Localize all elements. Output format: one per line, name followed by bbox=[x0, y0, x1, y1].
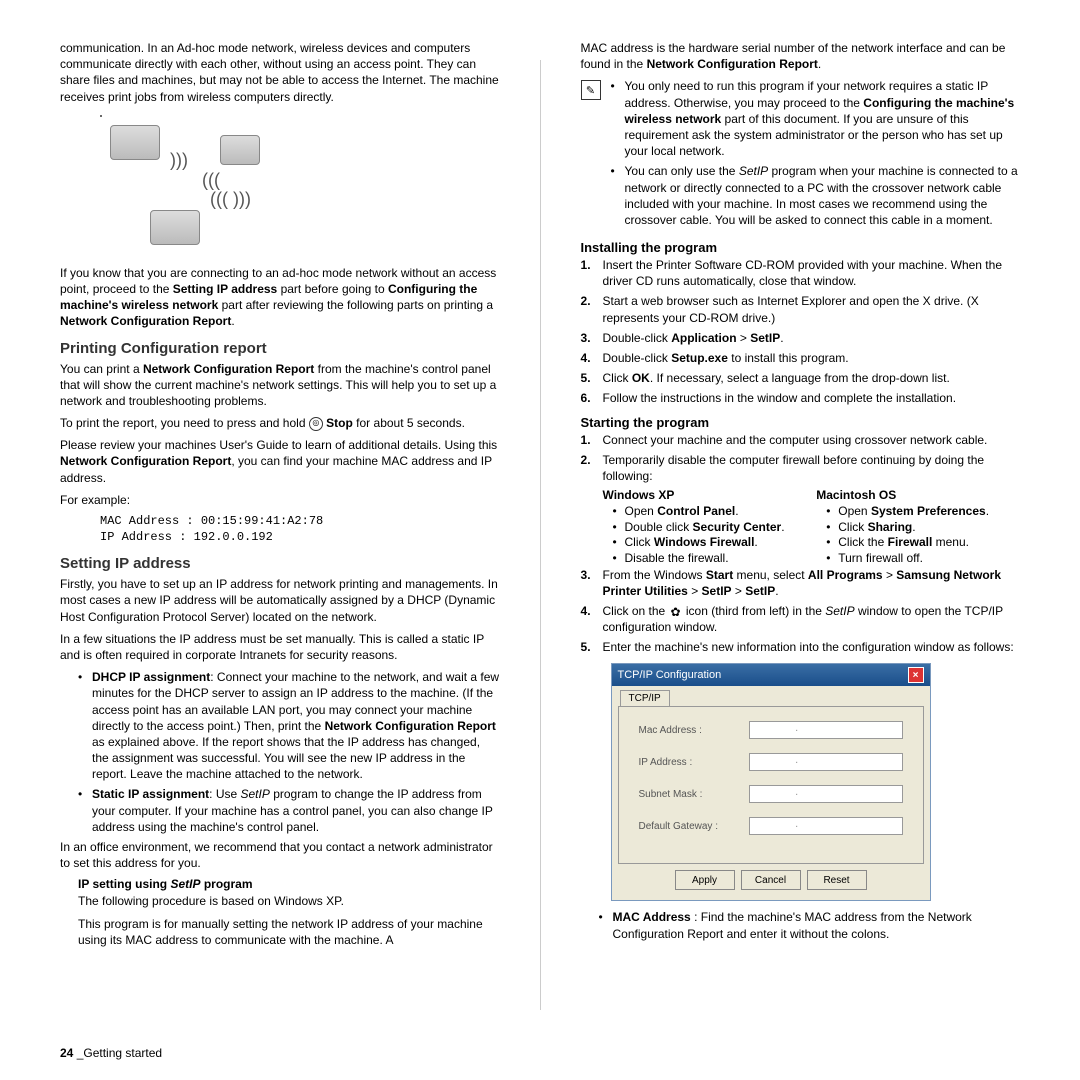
install-step-6: Follow the instructions in the window an… bbox=[581, 390, 1021, 406]
ip-label: IP Address : bbox=[639, 757, 749, 768]
static-bullet: Static IP assignment: Use SetIP program … bbox=[78, 786, 500, 835]
install-step-4: Double-click Setup.exe to install this p… bbox=[581, 350, 1021, 366]
note-box: ✎ You only need to run this program if y… bbox=[581, 78, 1021, 232]
ip-address-example: IP Address : 192.0.0.192 bbox=[100, 530, 500, 546]
gateway-label: Default Gateway : bbox=[639, 821, 749, 832]
stop-icon: ◎ bbox=[309, 417, 323, 431]
intro-paragraph: communication. In an Ad-hoc mode network… bbox=[60, 40, 500, 105]
install-step-3: Double-click Application > SetIP. bbox=[581, 330, 1021, 346]
office-paragraph: In an office environment, we recommend t… bbox=[60, 839, 500, 871]
left-column: communication. In an Ad-hoc mode network… bbox=[60, 40, 500, 1010]
start-step-1: Connect your machine and the computer us… bbox=[581, 432, 1021, 448]
close-icon[interactable]: × bbox=[908, 667, 924, 683]
windows-header: Windows XP bbox=[603, 488, 807, 502]
install-steps: Insert the Printer Software CD-ROM provi… bbox=[581, 257, 1021, 407]
window-titlebar: TCP/IP Configuration × bbox=[612, 664, 930, 686]
start-steps-cont: From the Windows Start menu, select All … bbox=[581, 567, 1021, 656]
subnet-input[interactable] bbox=[749, 785, 903, 803]
setip-p2: In a few situations the IP address must … bbox=[60, 631, 500, 663]
adhoc-network-illustration: ))) ((( ((( ))) bbox=[100, 115, 280, 255]
after-image-paragraph: If you know that you are connecting to a… bbox=[60, 265, 500, 330]
page-footer: 24 _Getting started bbox=[60, 1046, 162, 1060]
print-p1: You can print a Network Configuration Re… bbox=[60, 361, 500, 410]
install-step-5: Click OK. If necessary, select a languag… bbox=[581, 370, 1021, 386]
start-step-5: Enter the machine's new information into… bbox=[581, 639, 1021, 655]
right-column: MAC address is the hardware serial numbe… bbox=[581, 40, 1021, 1010]
ip-p1: The following procedure is based on Wind… bbox=[78, 893, 500, 909]
gateway-input[interactable] bbox=[749, 817, 903, 835]
reset-button[interactable]: Reset bbox=[807, 870, 867, 890]
note-bullet-2: You can only use the SetIP program when … bbox=[611, 163, 1021, 228]
install-step-1: Insert the Printer Software CD-ROM provi… bbox=[581, 257, 1021, 289]
tcpip-tab[interactable]: TCP/IP bbox=[620, 690, 670, 706]
print-p3: Please review your machines User's Guide… bbox=[60, 437, 500, 486]
start-steps: Connect your machine and the computer us… bbox=[581, 432, 1021, 485]
ip-input[interactable] bbox=[749, 753, 903, 771]
gear-icon: ✿ bbox=[669, 605, 683, 619]
start-step-2: Temporarily disable the computer firewal… bbox=[581, 452, 1021, 484]
note-icon: ✎ bbox=[581, 80, 601, 100]
start-step-4: Click on the ✿ icon (third from left) in… bbox=[581, 603, 1021, 635]
print-p2: To print the report, you need to press a… bbox=[60, 415, 500, 431]
mac-label: Mac Address : bbox=[639, 725, 749, 736]
example-label: For example: bbox=[60, 492, 500, 508]
tcpip-config-window: TCP/IP Configuration × TCP/IP Mac Addres… bbox=[611, 663, 931, 901]
note-bullet-1: You only need to run this program if you… bbox=[611, 78, 1021, 159]
heading-installing: Installing the program bbox=[581, 240, 1021, 255]
ip-p2: This program is for manually setting the… bbox=[78, 916, 500, 948]
subnet-label: Subnet Mask : bbox=[639, 789, 749, 800]
start-step-3: From the Windows Start menu, select All … bbox=[581, 567, 1021, 599]
mac-input[interactable] bbox=[749, 721, 903, 739]
mac-address-bullet: MAC Address : Find the machine's MAC add… bbox=[599, 909, 1021, 941]
install-step-2: Start a web browser such as Internet Exp… bbox=[581, 293, 1021, 325]
firewall-instructions: Windows XP Open Control Panel. Double cl… bbox=[581, 488, 1021, 566]
cancel-button[interactable]: Cancel bbox=[741, 870, 801, 890]
heading-starting: Starting the program bbox=[581, 415, 1021, 430]
dhcp-bullet: DHCP IP assignment: Connect your machine… bbox=[78, 669, 500, 782]
mac-header: Macintosh OS bbox=[816, 488, 1020, 502]
apply-button[interactable]: Apply bbox=[675, 870, 735, 890]
heading-printing-config: Printing Configuration report bbox=[60, 340, 500, 357]
mac-address-example: MAC Address : 00:15:99:41:A2:78 bbox=[100, 514, 500, 530]
ip-assignment-list: DHCP IP assignment: Connect your machine… bbox=[60, 669, 500, 835]
column-divider bbox=[540, 60, 541, 1010]
mac-address-paragraph: MAC address is the hardware serial numbe… bbox=[581, 40, 1021, 72]
window-title: TCP/IP Configuration bbox=[618, 669, 722, 681]
heading-ip-setup: IP setting using SetIP program bbox=[78, 877, 500, 891]
setip-p1: Firstly, you have to set up an IP addres… bbox=[60, 576, 500, 625]
heading-setting-ip: Setting IP address bbox=[60, 555, 500, 572]
